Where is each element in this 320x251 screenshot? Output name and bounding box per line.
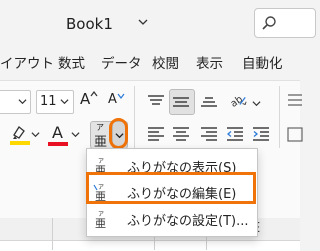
align-center-icon[interactable] (172, 126, 190, 142)
separator (134, 86, 135, 148)
wrap-text-icon[interactable] (287, 92, 303, 110)
caret-down-icon (117, 93, 125, 99)
tab-data[interactable]: データ (101, 52, 142, 72)
chevron-down-icon[interactable] (71, 130, 80, 139)
annotation-highlight-ring (109, 118, 128, 149)
chevron-down-icon[interactable] (138, 17, 148, 27)
align-right-icon[interactable] (200, 126, 218, 142)
grow-font-button[interactable]: A (80, 90, 98, 108)
tab-view[interactable]: 表示 (196, 52, 223, 72)
annotation-highlight-box (86, 172, 256, 204)
svg-text:亜: 亜 (95, 217, 106, 228)
column-divider (52, 218, 53, 250)
separator (279, 86, 280, 148)
shrink-font-label: A (108, 92, 117, 107)
chevron-down-icon (252, 101, 261, 107)
highlight-color-button[interactable] (8, 122, 32, 146)
text-orientation-icon[interactable]: ab (228, 92, 250, 108)
chevron-down-icon (18, 99, 27, 105)
furigana-settings-icon: ア 亜 (95, 211, 106, 228)
caret-up-icon (90, 91, 98, 97)
grow-font-label: A (80, 90, 91, 108)
chevron-down-icon (60, 99, 69, 105)
merge-cells-icon[interactable] (287, 126, 303, 144)
shrink-font-button[interactable]: A (108, 92, 125, 107)
tab-formulas[interactable]: 数式 (58, 52, 85, 72)
document-title[interactable]: Book1 (66, 15, 113, 33)
align-left-icon[interactable] (147, 126, 165, 142)
font-size-value: 11 (40, 94, 57, 109)
align-bottom-icon[interactable] (200, 94, 218, 110)
search-icon (262, 16, 276, 30)
highlighter-icon (10, 126, 30, 145)
font-color-swatch (48, 142, 68, 146)
menu-item-label: ふりがなの設定(T)... (127, 214, 249, 229)
menu-item-furigana-settings[interactable]: ア 亜 ふりがなの設定(T)... (87, 205, 257, 232)
decrease-indent-icon[interactable] (226, 126, 244, 142)
align-top-icon[interactable] (147, 94, 165, 110)
tab-automate[interactable]: 自動化 (242, 52, 283, 72)
tab-review[interactable]: 校閲 (152, 52, 179, 72)
chevron-down-icon[interactable] (31, 130, 40, 139)
increase-indent-icon[interactable] (252, 126, 270, 142)
font-color-button[interactable]: A (46, 122, 70, 146)
font-color-label: A (52, 123, 63, 142)
tab-page-layout[interactable]: イアウト (0, 52, 54, 72)
align-middle-icon (173, 97, 189, 107)
